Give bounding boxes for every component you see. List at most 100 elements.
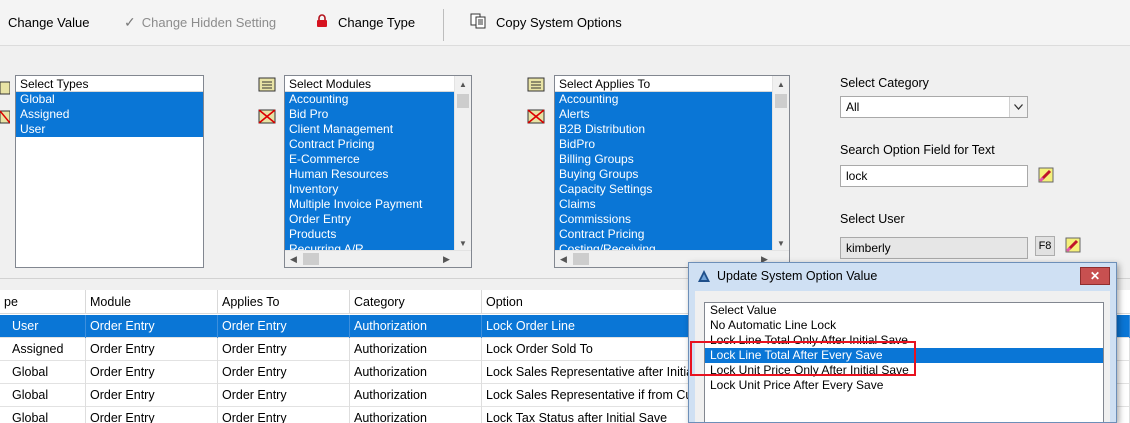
cell-type: Assigned xyxy=(0,338,86,361)
change-value-button[interactable]: Change Value xyxy=(8,10,89,34)
column-header-category[interactable]: Category xyxy=(350,290,482,314)
scroll-right-arrow-icon[interactable]: ▶ xyxy=(438,251,455,267)
types-list-item[interactable]: Global xyxy=(16,92,203,107)
column-header-type[interactable]: pe xyxy=(0,290,86,314)
column-header-module[interactable]: Module xyxy=(86,290,218,314)
chevron-down-icon[interactable] xyxy=(1009,97,1027,117)
applies-to-list-item[interactable]: Alerts xyxy=(555,107,773,122)
cell-category: Authorization xyxy=(350,407,482,423)
scroll-thumb[interactable] xyxy=(573,253,589,265)
modules-list-item[interactable]: Contract Pricing xyxy=(285,137,455,152)
applies-to-list-item[interactable]: Accounting xyxy=(555,92,773,107)
clear-all-applies-to-icon[interactable] xyxy=(526,107,548,127)
modules-list-item[interactable]: Accounting xyxy=(285,92,455,107)
clear-all-modules-icon[interactable] xyxy=(257,107,279,127)
highlight-annotation-box xyxy=(690,341,916,376)
types-list-item[interactable]: Assigned xyxy=(16,107,203,122)
modules-list-item[interactable]: E-Commerce xyxy=(285,152,455,167)
category-value: All xyxy=(846,100,860,114)
clear-search-eraser-icon[interactable] xyxy=(1035,165,1057,185)
types-list: Global Assigned User xyxy=(16,92,203,137)
cell-module: Order Entry xyxy=(86,407,218,423)
search-input-value: lock xyxy=(846,169,868,183)
search-input[interactable]: lock xyxy=(840,165,1028,187)
select-all-types-icon[interactable] xyxy=(0,78,10,98)
cell-type: User xyxy=(0,315,86,338)
applies-to-list-item[interactable]: BidPro xyxy=(555,137,773,152)
column-header-applies-to[interactable]: Applies To xyxy=(218,290,350,314)
cell-type: Global xyxy=(0,407,86,423)
cell-type: Global xyxy=(0,361,86,384)
cell-category: Authorization xyxy=(350,338,482,361)
types-listbox[interactable]: Select Types Global Assigned User xyxy=(15,75,204,268)
clear-user-eraser-icon[interactable] xyxy=(1062,235,1084,255)
types-listbox-header: Select Types xyxy=(16,76,203,92)
scroll-left-arrow-icon[interactable]: ◀ xyxy=(555,251,572,267)
value-option-item[interactable]: Lock Unit Price After Every Save xyxy=(705,378,1103,393)
applies-to-vertical-scrollbar[interactable]: ▲ ▼ xyxy=(772,76,789,252)
select-all-applies-to-icon[interactable] xyxy=(526,75,548,95)
cell-category: Authorization xyxy=(350,361,482,384)
modules-list-item[interactable]: Human Resources xyxy=(285,167,455,182)
toolbar: Change Value ✓ Change Hidden Setting Cha… xyxy=(0,0,1130,46)
modules-list-item[interactable]: Multiple Invoice Payment xyxy=(285,197,455,212)
cell-category: Authorization xyxy=(350,384,482,407)
cell-applies-to: Order Entry xyxy=(218,338,350,361)
modules-horizontal-scrollbar[interactable]: ◀ ▶ xyxy=(285,250,471,267)
value-option-item[interactable]: No Automatic Line Lock xyxy=(705,318,1103,333)
cell-applies-to: Order Entry xyxy=(218,384,350,407)
copy-system-options-button[interactable]: Copy System Options xyxy=(470,10,622,34)
scroll-thumb[interactable] xyxy=(303,253,319,265)
applies-to-listbox[interactable]: Select Applies To Accounting Alerts B2B Di… xyxy=(554,75,790,268)
cell-module: Order Entry xyxy=(86,384,218,407)
modules-list: Accounting Bid Pro Client Management Contra… xyxy=(285,92,455,252)
modules-listbox-header: Select Modules xyxy=(285,76,471,92)
cell-applies-to: Order Entry xyxy=(218,315,350,338)
modules-list-item[interactable]: Inventory xyxy=(285,182,455,197)
applies-to-list-item[interactable]: Buying Groups xyxy=(555,167,773,182)
toolbar-separator xyxy=(443,9,444,41)
cell-module: Order Entry xyxy=(86,361,218,384)
cell-module: Order Entry xyxy=(86,315,218,338)
category-select[interactable]: All xyxy=(840,96,1028,118)
clear-all-types-icon[interactable] xyxy=(0,107,10,127)
scroll-up-arrow-icon[interactable]: ▲ xyxy=(455,76,471,93)
change-type-button[interactable]: Change Type xyxy=(316,10,415,34)
f8-lookup-button[interactable]: F8 xyxy=(1035,236,1055,256)
modules-list-item[interactable]: Products xyxy=(285,227,455,242)
dialog-title: Update System Option Value xyxy=(717,269,878,283)
applies-to-list-item[interactable]: B2B Distribution xyxy=(555,122,773,137)
applies-to-list-item[interactable]: Billing Groups xyxy=(555,152,773,167)
cell-category: Authorization xyxy=(350,315,482,338)
change-type-label: Change Type xyxy=(338,14,416,30)
dialog-close-button[interactable]: ✕ xyxy=(1080,267,1110,285)
change-hidden-setting-button[interactable]: ✓ Change Hidden Setting xyxy=(124,10,276,34)
applies-to-list-item[interactable]: Claims xyxy=(555,197,773,212)
check-icon: ✓ xyxy=(124,13,136,30)
cell-module: Order Entry xyxy=(86,338,218,361)
modules-list-item[interactable]: Client Management xyxy=(285,122,455,137)
scroll-thumb[interactable] xyxy=(775,94,787,108)
applies-to-list: Accounting Alerts B2B Distribution BidPro Bi… xyxy=(555,92,773,252)
modules-vertical-scrollbar[interactable]: ▲ ▼ xyxy=(454,76,471,252)
applies-to-listbox-header: Select Applies To xyxy=(555,76,789,92)
change-hidden-setting-label: Change Hidden Setting xyxy=(141,14,277,30)
applies-to-list-item[interactable]: Capacity Settings xyxy=(555,182,773,197)
cell-applies-to: Order Entry xyxy=(218,407,350,423)
scroll-thumb[interactable] xyxy=(457,94,469,108)
search-field-label: Search Option Field for Text xyxy=(840,143,995,157)
modules-listbox[interactable]: Select Modules Accounting Bid Pro Client M… xyxy=(284,75,472,268)
user-field[interactable]: kimberly xyxy=(840,237,1028,259)
select-all-modules-icon[interactable] xyxy=(257,75,279,95)
types-list-item[interactable]: User xyxy=(16,122,203,137)
dialog-title-bar[interactable]: Update System Option Value xyxy=(689,263,1116,289)
scroll-up-arrow-icon[interactable]: ▲ xyxy=(773,76,789,93)
change-value-label: Change Value xyxy=(8,14,90,30)
cell-type: Global xyxy=(0,384,86,407)
scroll-left-arrow-icon[interactable]: ◀ xyxy=(285,251,302,267)
modules-list-item[interactable]: Order Entry xyxy=(285,212,455,227)
modules-list-item[interactable]: Bid Pro xyxy=(285,107,455,122)
value-option-item[interactable]: Select Value xyxy=(705,303,1103,318)
applies-to-list-item[interactable]: Contract Pricing xyxy=(555,227,773,242)
applies-to-list-item[interactable]: Commissions xyxy=(555,212,773,227)
